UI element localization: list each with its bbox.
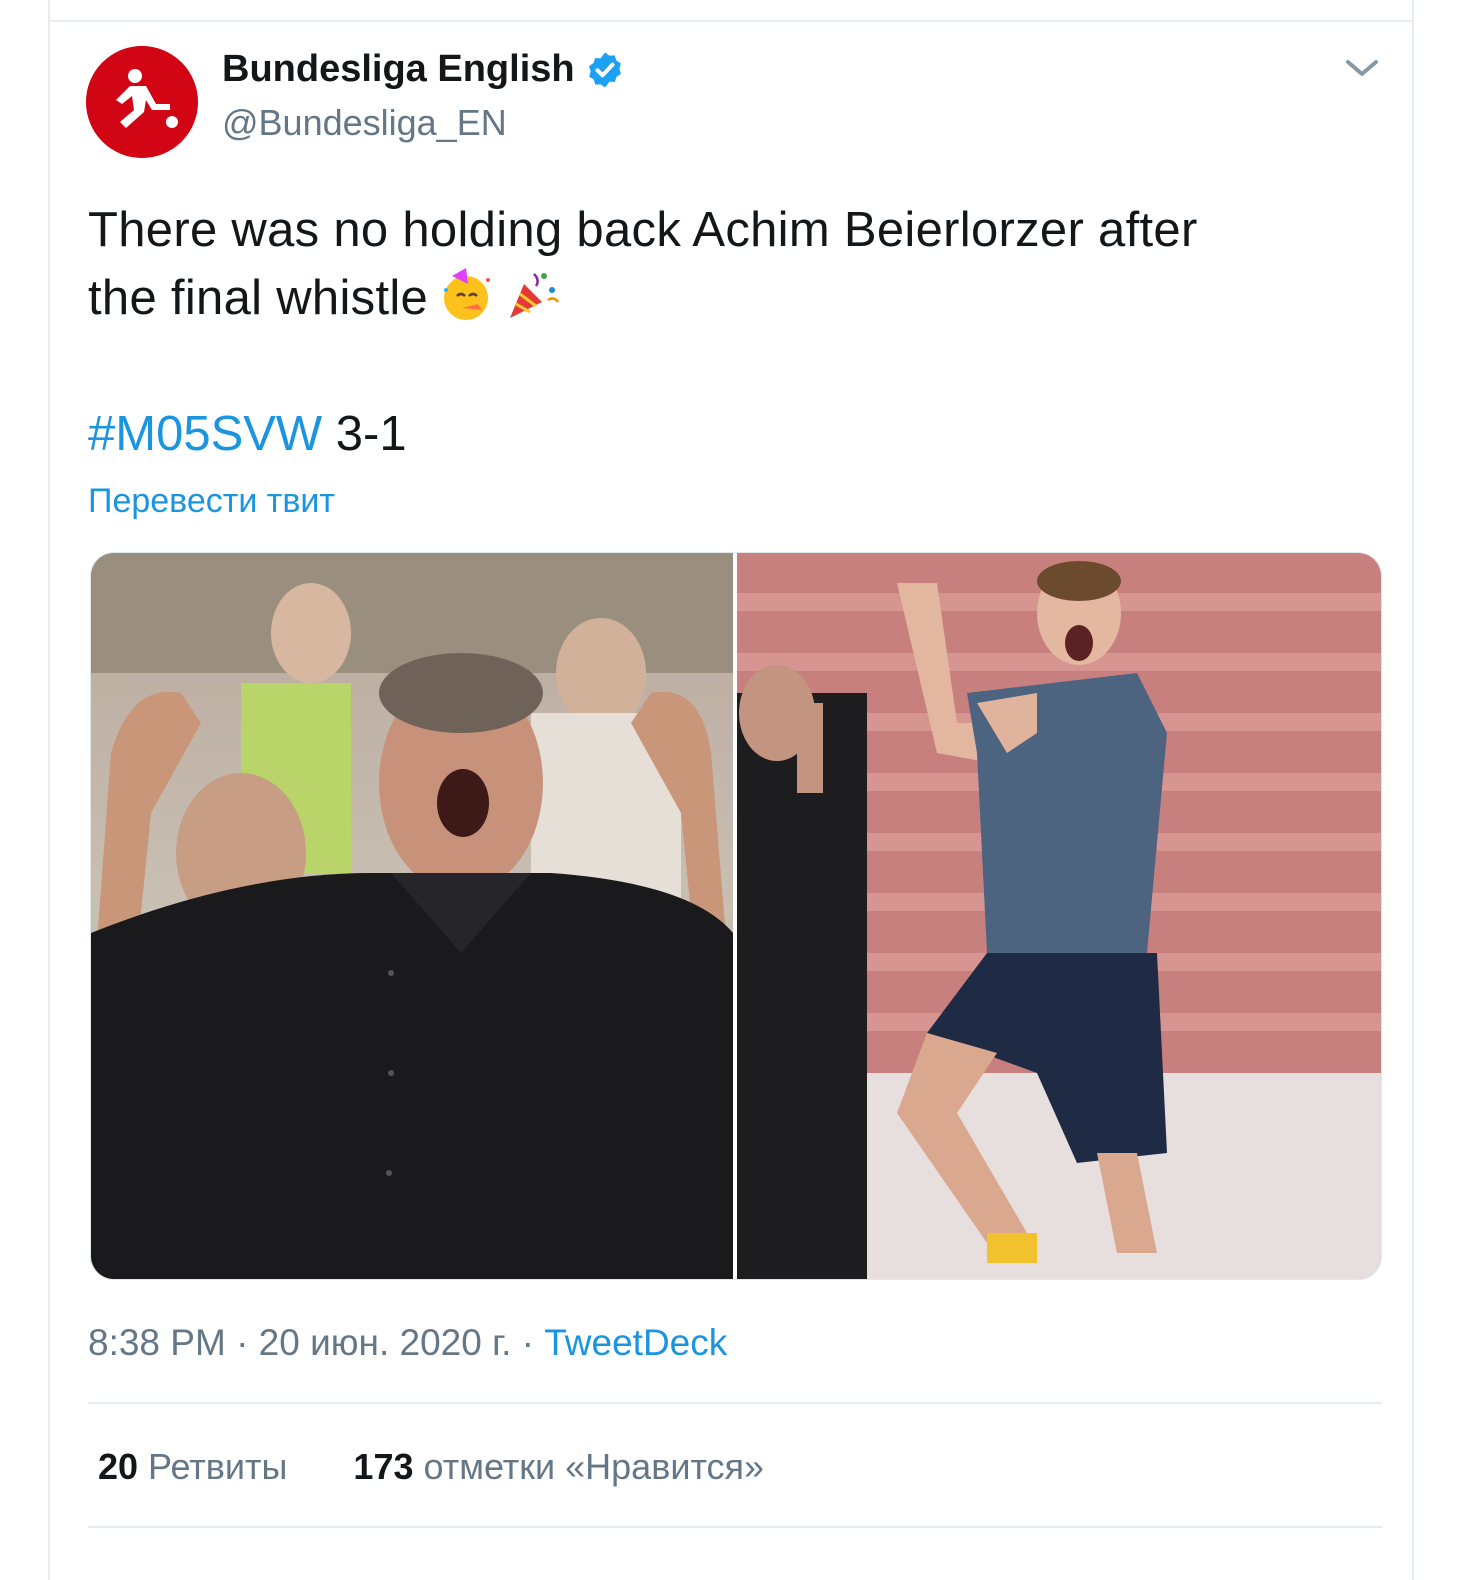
tweet-hashtag-line: #M05SVW 3-1	[88, 404, 407, 464]
author-name-row[interactable]: Bundesliga English	[222, 48, 625, 91]
tweet-source-link[interactable]: TweetDeck	[544, 1322, 727, 1363]
verified-badge-icon	[588, 52, 621, 87]
party-popper-emoji-icon	[510, 273, 560, 318]
celebrating-assistant-photo	[737, 553, 1381, 1279]
author-name[interactable]: Bundesliga English	[222, 48, 575, 91]
photo-1[interactable]	[91, 553, 733, 1279]
partying-face-emoji-icon	[444, 268, 491, 320]
divider-bottom	[88, 1526, 1382, 1528]
chevron-down-icon[interactable]	[1342, 54, 1382, 82]
tweet-text-line1: There was no holding back Achim Beierlor…	[88, 203, 1198, 257]
divider-top	[88, 1402, 1382, 1404]
tweet-text: There was no holding back Achim Beierlor…	[88, 196, 1388, 332]
author-handle[interactable]: @Bundesliga_EN	[222, 102, 507, 144]
score-text: 3-1	[322, 407, 407, 461]
author-avatar[interactable]	[86, 46, 198, 158]
tweet-text-line2: the final whistle	[88, 271, 429, 325]
likes-stat[interactable]: 173 отметки «Нравится»	[353, 1446, 764, 1487]
retweets-stat[interactable]: 20 Ретвиты	[98, 1446, 287, 1487]
tweet-timestamp[interactable]: 8:38 PM · 20 июн. 2020 г. ·	[88, 1322, 544, 1363]
retweets-count: 20	[98, 1446, 139, 1487]
hashtag-link[interactable]: #M05SVW	[88, 407, 322, 461]
timeline-top-border	[48, 0, 1414, 20]
celebrating-coach-photo	[91, 553, 733, 1279]
likes-label: отметки «Нравится»	[423, 1446, 765, 1487]
tweet-meta: 8:38 PM · 20 июн. 2020 г. · TweetDeck	[88, 1322, 727, 1364]
bundesliga-logo-icon	[86, 46, 198, 158]
media-grid	[90, 552, 1382, 1280]
translate-tweet-link[interactable]: Перевести твит	[88, 482, 335, 521]
retweets-label: Ретвиты	[148, 1446, 288, 1487]
likes-count: 173	[353, 1446, 414, 1487]
photo-2[interactable]	[737, 553, 1381, 1279]
tweet-stats: 20 Ретвиты 173 отметки «Нравится»	[98, 1446, 764, 1488]
